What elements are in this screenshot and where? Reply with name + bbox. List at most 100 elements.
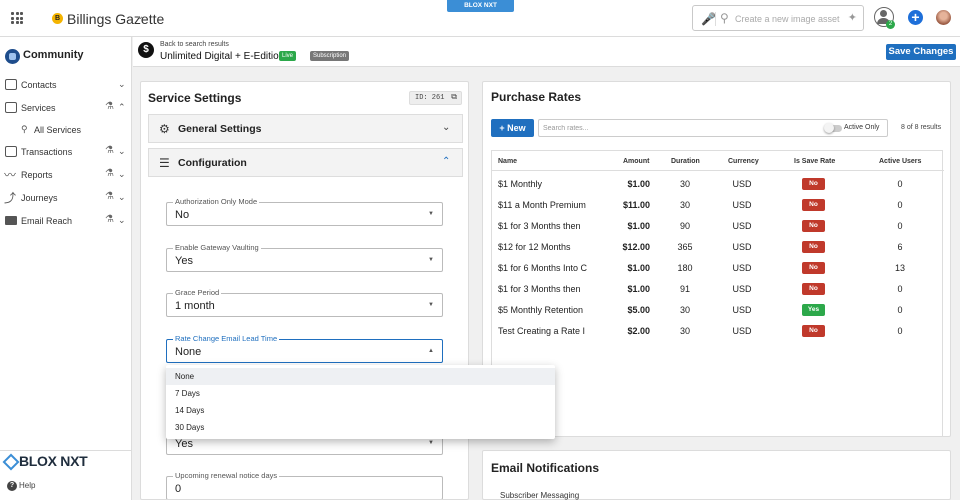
chevron-up-icon[interactable]: ⌃ xyxy=(442,156,450,167)
field-label: Rate Change Email Lead Time xyxy=(173,334,280,343)
page-title: Unlimited Digital + E-Edition xyxy=(160,51,285,62)
chevron-up-icon[interactable]: ⌃ xyxy=(118,102,126,113)
sidebar-item-journeys[interactable]: Journeys ⚗ ⌄ xyxy=(0,189,132,209)
chevron-down-icon[interactable]: ⌄ xyxy=(118,146,126,157)
field-label: Authorization Only Mode xyxy=(173,197,260,206)
rate-active-users: 0 xyxy=(897,326,903,336)
column-header[interactable]: Is Save Rate xyxy=(794,158,835,165)
configuration-accordion[interactable]: ☰ Configuration ⌃ xyxy=(148,148,463,177)
table-row[interactable]: $1 Monthly $1.00 30 USD No 0 xyxy=(492,173,944,194)
column-header[interactable]: Name xyxy=(498,158,517,165)
rate-amount: $12.00 xyxy=(622,242,650,252)
active-only-toggle[interactable] xyxy=(824,123,842,133)
ai-sparkle-icon[interactable]: ✦ xyxy=(848,11,857,24)
field-label: Enable Gateway Vaulting xyxy=(173,243,261,252)
chevron-down-icon[interactable]: ⌄ xyxy=(442,122,450,133)
table-row[interactable]: $1 for 3 Months then $1.00 91 USD No 0 xyxy=(492,278,944,299)
table-row[interactable]: $1 for 3 Months then $1.00 90 USD No 0 xyxy=(492,215,944,236)
chevron-down-icon[interactable]: ⌄ xyxy=(118,192,126,203)
menu-option-none[interactable]: None xyxy=(166,368,555,385)
site-switcher[interactable]: Billings Gazette xyxy=(67,11,164,27)
menu-option-30-days[interactable]: 30 Days xyxy=(166,419,555,436)
search-input[interactable] xyxy=(735,11,840,27)
sidebar-item-transactions[interactable]: Transactions ⚗ ⌄ xyxy=(0,143,132,163)
enable-gateway-vaulting-select[interactable]: Enable Gateway Vaulting Yes ▼ xyxy=(166,243,443,272)
subscriber-messaging-label: Subscriber Messaging xyxy=(500,491,580,500)
avatar[interactable] xyxy=(936,10,951,25)
column-header[interactable]: Active Users xyxy=(879,158,921,165)
chevron-down-icon[interactable]: ⌄ xyxy=(118,215,126,226)
back-link[interactable]: Back to search results xyxy=(160,41,229,48)
rate-name: $12 for 12 Months xyxy=(498,242,571,252)
sidebar-brand[interactable]: Community xyxy=(23,49,84,61)
gear-icon: ⚙ xyxy=(159,122,170,136)
rate-name: Test Creating a Rate I xyxy=(498,326,586,336)
chevron-down-icon[interactable]: ⌄ xyxy=(118,169,126,180)
rate-change-email-lead-time-select[interactable]: Rate Change Email Lead Time None ▲ xyxy=(166,334,443,363)
sidebar-item-reports[interactable]: Reports ⚗ ⌄ xyxy=(0,166,132,186)
sidebar-item-contacts[interactable]: Contacts ⌄ xyxy=(0,76,132,96)
new-rate-button[interactable]: + New xyxy=(491,119,534,137)
user-menu-icon[interactable]: 2 xyxy=(874,7,895,29)
chevron-down-icon[interactable]: ⌄ xyxy=(118,79,126,90)
table-header: Name Amount Duration Currency Is Save Ra… xyxy=(492,151,944,171)
grace-period-select[interactable]: Grace Period 1 month ▼ xyxy=(166,288,443,317)
save-rate-badge: No xyxy=(802,262,825,274)
sidebar-subitem-all-services[interactable]: ⚲ All Services xyxy=(21,124,121,140)
caret-up-icon: ▲ xyxy=(428,348,434,354)
rate-currency: USD xyxy=(732,242,752,252)
chevron-down-icon[interactable]: ⌄ xyxy=(136,11,144,22)
rate-currency: USD xyxy=(732,179,752,189)
rates-search[interactable]: Active Only xyxy=(538,119,888,137)
table-row[interactable]: $12 for 12 Months $12.00 365 USD No 6 xyxy=(492,236,944,257)
sidebar-item-label: Contacts xyxy=(21,80,57,90)
dollar-icon: $ xyxy=(138,42,154,58)
authorization-only-mode-select[interactable]: Authorization Only Mode No ▼ xyxy=(166,197,443,226)
menu-option-7-days[interactable]: 7 Days xyxy=(166,385,555,402)
rate-active-users: 13 xyxy=(894,263,905,273)
field-value: 1 month xyxy=(175,300,215,312)
sidebar-item-label: Transactions xyxy=(21,147,73,157)
upcoming-renewal-notice-days-input[interactable]: Upcoming renewal notice days 0 xyxy=(166,471,443,499)
purchase-rates-title: Purchase Rates xyxy=(491,90,582,104)
rate-name: $1 for 3 Months then xyxy=(498,221,581,231)
add-button[interactable]: + xyxy=(908,10,923,25)
rates-search-input[interactable] xyxy=(543,123,813,134)
accordion-title: General Settings xyxy=(178,123,262,135)
rate-amount: $1.00 xyxy=(627,221,650,231)
table-row[interactable]: $1 for 6 Months Into C $1.00 180 USD No … xyxy=(492,257,944,278)
caret-down-icon: ▼ xyxy=(428,440,434,446)
help-icon[interactable]: ? xyxy=(7,481,17,491)
save-rate-badge: No xyxy=(802,241,825,253)
column-header[interactable]: Currency xyxy=(728,158,759,165)
column-header[interactable]: Amount xyxy=(623,158,649,165)
environment-badge: BLOX NXT v999.nightly xyxy=(447,0,514,21)
table-row[interactable]: $11 a Month Premium $11.00 30 USD No 0 xyxy=(492,194,944,215)
microphone-icon[interactable]: 🎤 xyxy=(701,12,716,26)
save-rate-badge: No xyxy=(802,199,825,211)
sidebar-item-label: Services xyxy=(21,103,56,113)
general-settings-accordion[interactable]: ⚙ General Settings ⌄ xyxy=(148,114,463,143)
sidebar-item-label: Reports xyxy=(21,170,53,180)
rate-active-users: 0 xyxy=(897,200,903,210)
global-search[interactable]: 🎤 ⚲ ✦ xyxy=(692,5,864,31)
table-row[interactable]: Test Creating a Rate I $2.00 30 USD No 0 xyxy=(492,320,944,341)
flask-icon: ⚗ xyxy=(105,145,114,156)
site-logo-icon: B xyxy=(52,13,63,24)
app-grid-icon[interactable] xyxy=(11,12,23,24)
sidebar-item-email-reach[interactable]: Email Reach ⚗ ⌄ xyxy=(0,212,132,232)
copy-icon[interactable]: ⧉ xyxy=(451,92,457,104)
menu-option-14-days[interactable]: 14 Days xyxy=(166,402,555,419)
help-link[interactable]: Help xyxy=(19,481,35,490)
rate-duration: 180 xyxy=(677,263,693,273)
save-rate-badge: No xyxy=(802,178,825,190)
divider xyxy=(715,12,716,26)
caret-down-icon: ▼ xyxy=(428,211,434,217)
column-header[interactable]: Duration xyxy=(671,158,700,165)
sidebar-footer: BLOX NXT ? Help xyxy=(0,450,132,500)
id-chip[interactable]: ID: 261 ⧉ xyxy=(409,91,462,105)
table-row[interactable]: $5 Monthly Retention $5.00 30 USD Yes 0 xyxy=(492,299,944,320)
rate-active-users: 0 xyxy=(897,305,903,315)
sidebar-item-services[interactable]: Services ⚗ ⌃ xyxy=(0,99,132,119)
save-button[interactable]: Save Changes xyxy=(886,44,956,60)
